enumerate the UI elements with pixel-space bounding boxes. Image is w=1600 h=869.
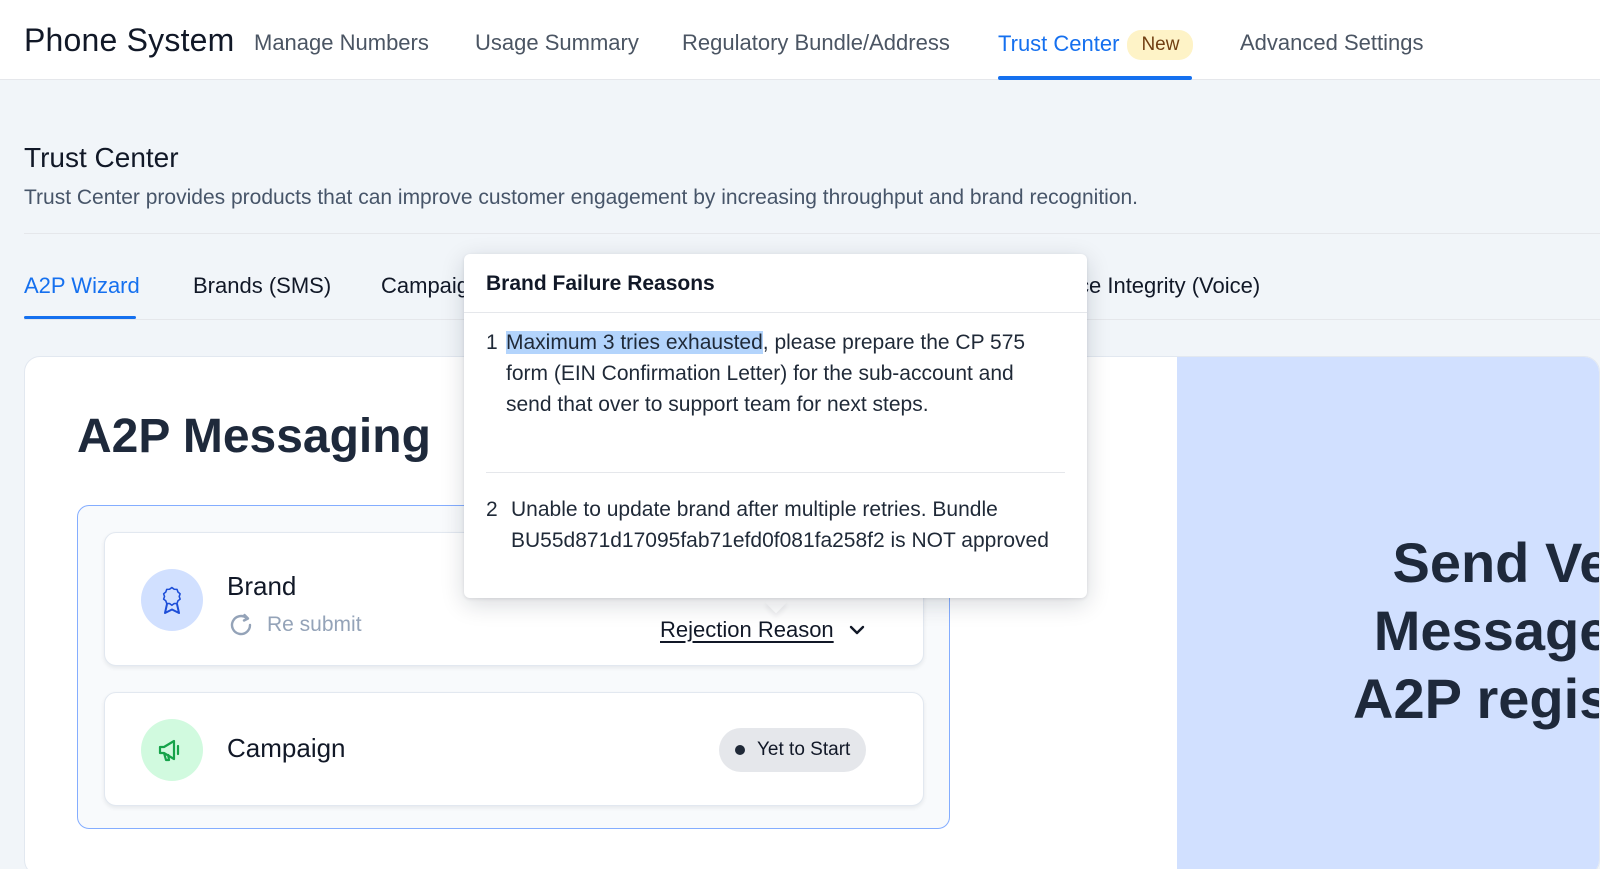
- rejection-reason-label: Rejection Reason: [660, 617, 834, 642]
- top-navigation-bar: Phone System Manage Numbers Usage Summar…: [0, 0, 1600, 80]
- resubmit-button[interactable]: Re submit: [227, 611, 362, 639]
- header-divider: [24, 233, 1600, 234]
- rejection-reason-toggle[interactable]: Rejection Reason: [660, 617, 866, 643]
- subtab-campaigns[interactable]: Campaig: [381, 273, 469, 299]
- failure-reason-item: 2 Unable to update brand after multiple …: [486, 494, 1056, 556]
- reason-separator: [486, 472, 1065, 473]
- selected-text-highlight: Maximum 3 tries exhausted: [506, 331, 763, 354]
- brand-step-name: Brand: [227, 571, 297, 601]
- campaign-status-badge: Yet to Start: [719, 728, 867, 772]
- promo-text: Send Ve Message A2P regis: [1353, 529, 1600, 733]
- popover-title: Brand Failure Reasons: [486, 272, 715, 295]
- tab-manage-numbers[interactable]: Manage Numbers: [254, 30, 429, 56]
- a2p-title: A2P Messaging: [77, 410, 431, 463]
- award-icon: [141, 569, 203, 631]
- subtab-a2p-wizard[interactable]: A2P Wizard: [24, 273, 140, 299]
- promo-line-3: A2P regis: [1353, 667, 1600, 730]
- new-badge: New: [1127, 30, 1194, 60]
- promo-line-2: Message: [1373, 599, 1600, 662]
- reason-number: 2: [486, 498, 498, 521]
- page-title: Trust Center: [24, 142, 179, 173]
- page-subtitle: Trust Center provides products that can …: [24, 186, 1139, 209]
- popover-divider: [464, 312, 1087, 313]
- promo-line-1: Send Ve: [1392, 531, 1600, 594]
- refresh-icon: [230, 613, 252, 636]
- active-tab-indicator: [998, 76, 1192, 80]
- reason-text: Maximum 3 tries exhausted, please prepar…: [486, 327, 1056, 420]
- app-title: Phone System: [24, 22, 235, 58]
- brand-failure-popover: Brand Failure Reasons 1 Maximum 3 tries …: [464, 254, 1087, 598]
- chevron-down-icon: [849, 625, 864, 635]
- status-dot-icon: [735, 745, 745, 755]
- subtab-voice-integrity[interactable]: ce Integrity (Voice): [1078, 273, 1260, 299]
- subtab-brands-sms[interactable]: Brands (SMS): [193, 273, 331, 299]
- campaign-step-name: Campaign: [227, 733, 346, 763]
- promo-panel: Send Ve Message A2P regis: [1177, 357, 1600, 869]
- campaign-step-card: Campaign Yet to Start: [104, 692, 924, 806]
- reason-number: 1: [486, 331, 498, 354]
- tab-trust-center[interactable]: Trust Center New: [998, 30, 1194, 60]
- campaign-status-label: Yet to Start: [757, 739, 851, 760]
- tab-regulatory-bundle[interactable]: Regulatory Bundle/Address: [682, 30, 950, 56]
- tab-advanced-settings[interactable]: Advanced Settings: [1240, 30, 1423, 56]
- tab-usage-summary[interactable]: Usage Summary: [475, 30, 639, 56]
- failure-reason-item: 1 Maximum 3 tries exhausted, please prep…: [486, 327, 1056, 420]
- resubmit-label: Re submit: [267, 613, 362, 636]
- megaphone-icon: [141, 719, 203, 781]
- tab-trust-center-label: Trust Center: [998, 31, 1120, 56]
- reason-text: Unable to update brand after multiple re…: [511, 498, 1049, 552]
